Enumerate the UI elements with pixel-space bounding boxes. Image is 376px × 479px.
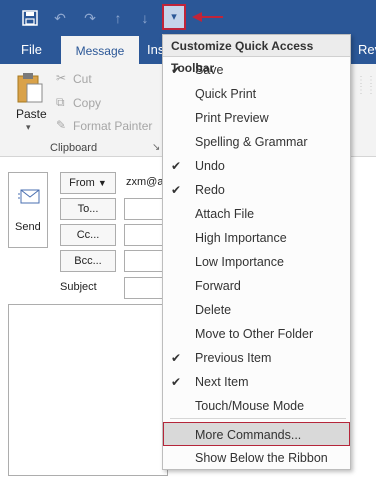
send-label: Send: [15, 221, 41, 233]
clipboard-group-label: Clipboard: [50, 142, 98, 154]
cc-button[interactable]: Cc...: [60, 224, 116, 246]
redo-icon[interactable]: ↷: [80, 8, 100, 28]
menu-item-spelling-grammar[interactable]: Spelling & Grammar: [163, 130, 350, 154]
next-item-icon[interactable]: ↓: [135, 8, 155, 28]
paste-button[interactable]: Paste: [16, 107, 47, 121]
scissors-icon: ✂: [56, 71, 67, 85]
cut-button[interactable]: Cut: [73, 72, 92, 86]
menu-item-label: Attach File: [195, 207, 255, 221]
ribbon-overflow-icon: ⋮⋮ ⋮⋮: [356, 75, 376, 96]
from-address: zxm@a: [126, 176, 164, 188]
menu-item-more-commands[interactable]: More Commands...: [163, 422, 350, 446]
tab-file[interactable]: File: [21, 36, 42, 64]
menu-item-label: High Importance: [195, 231, 287, 245]
menu-item-label: Touch/Mouse Mode: [195, 399, 305, 413]
previous-item-icon[interactable]: ↑: [108, 8, 128, 28]
menu-item-label: Save: [195, 63, 224, 77]
send-icon: [18, 189, 40, 208]
undo-icon[interactable]: ↶: [50, 8, 70, 28]
checkmark-icon: ✔: [170, 159, 182, 173]
menu-item-quick-print[interactable]: Quick Print: [163, 82, 350, 106]
copy-button[interactable]: Copy: [73, 96, 101, 110]
message-body[interactable]: [8, 304, 168, 476]
menu-item-label: More Commands...: [195, 428, 302, 442]
checkmark-icon: ✔: [170, 375, 182, 389]
menu-item-touch-mouse-mode[interactable]: Touch/Mouse Mode: [163, 394, 350, 418]
from-button[interactable]: From ▼: [60, 172, 116, 194]
subject-label: Subject: [60, 281, 97, 293]
menu-item-label: Print Preview: [195, 111, 269, 125]
pointer-arrow-icon: [192, 11, 224, 26]
menu-item-undo[interactable]: ✔ Undo: [163, 154, 350, 178]
menu-item-delete[interactable]: Delete: [163, 298, 350, 322]
menu-item-label: Move to Other Folder: [195, 327, 314, 341]
menu-item-redo[interactable]: ✔ Redo: [163, 178, 350, 202]
menu-item-show-below-ribbon[interactable]: Show Below the Ribbon: [163, 446, 350, 470]
menu-item-label: Spelling & Grammar: [195, 135, 308, 149]
chevron-down-icon: ▼: [97, 178, 107, 188]
menu-item-label: Show Below the Ribbon: [195, 451, 328, 465]
bcc-field[interactable]: [124, 250, 164, 272]
dialog-launcher-icon[interactable]: ↘: [152, 142, 160, 153]
to-field[interactable]: [124, 198, 164, 220]
menu-item-label: Next Item: [195, 375, 249, 389]
subject-field[interactable]: [124, 277, 164, 299]
to-button[interactable]: To...: [60, 198, 116, 220]
copy-icon: ⧉: [56, 95, 65, 109]
send-button[interactable]: Send: [8, 172, 48, 248]
checkmark-icon: ✔: [170, 183, 182, 197]
menu-item-forward[interactable]: Forward: [163, 274, 350, 298]
tab-review[interactable]: Rev: [358, 36, 376, 64]
menu-item-label: Previous Item: [195, 351, 272, 365]
menu-item-label: Quick Print: [195, 87, 257, 101]
menu-item-label: Low Importance: [195, 255, 284, 269]
menu-item-print-preview[interactable]: Print Preview: [163, 106, 350, 130]
paste-dropdown-icon[interactable]: ▾: [26, 122, 31, 133]
format-painter-button[interactable]: Format Painter: [73, 119, 152, 133]
from-label: From: [69, 177, 95, 189]
checkmark-icon: ✔: [170, 351, 182, 365]
menu-item-label: Redo: [195, 183, 225, 197]
menu-item-move-to-other-folder[interactable]: Move to Other Folder: [163, 322, 350, 346]
menu-item-high-importance[interactable]: High Importance: [163, 226, 350, 250]
customize-dropdown-icon[interactable]: ▾: [162, 4, 186, 30]
menu-item-previous-item[interactable]: ✔ Previous Item: [163, 346, 350, 370]
menu-item-label: Undo: [195, 159, 225, 173]
format-painter-icon: ✎: [56, 118, 67, 132]
menu-item-label: Forward: [195, 279, 241, 293]
menu-item-save[interactable]: ✔ Save: [163, 58, 350, 82]
bcc-button[interactable]: Bcc...: [60, 250, 116, 272]
cc-field[interactable]: [124, 224, 164, 246]
menu-item-low-importance[interactable]: Low Importance: [163, 250, 350, 274]
save-icon[interactable]: [20, 8, 40, 28]
paste-icon[interactable]: [16, 72, 44, 107]
menu-item-label: Delete: [195, 303, 232, 317]
menu-item-next-item[interactable]: ✔ Next Item: [163, 370, 350, 394]
checkmark-icon: ✔: [170, 63, 182, 77]
menu-title: Customize Quick Access Toolbar: [163, 35, 350, 75]
menu-item-attach-file[interactable]: Attach File: [163, 202, 350, 226]
menu-separator: [170, 418, 346, 419]
tab-message[interactable]: Message: [61, 36, 139, 64]
